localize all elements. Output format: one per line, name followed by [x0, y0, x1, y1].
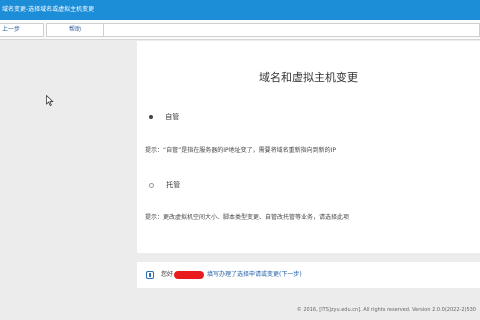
- next-step-link[interactable]: 填写办理了选择申请或变更(下一步): [207, 262, 302, 288]
- option-label: 托管: [166, 181, 181, 189]
- window-title-bar: 域名变更-选择域名或虚拟主机变更: [0, 0, 480, 20]
- redacted-username: [174, 271, 204, 279]
- option-hint: 提示：“自管”是指在服务器的IP地址变了，需要将域名重新指向到新的IP: [145, 147, 336, 154]
- radio-selected-icon[interactable]: [149, 115, 153, 119]
- mouse-cursor-icon: [46, 95, 54, 106]
- change-type-panel: 域名和虚拟主机变更 自管 提示：“自管”是指在服务器的IP地址变了，需要将域名重…: [137, 41, 480, 253]
- option-hint: 提示：更改虚拟机空间大小、脚本类型变更、自管改托管等业务，请选择此项: [145, 214, 350, 221]
- greeting-text: 您好: [161, 271, 174, 278]
- option-label: 自管: [165, 113, 180, 121]
- info-icon: [146, 271, 154, 279]
- prev-step-button[interactable]: 上一步: [0, 23, 44, 37]
- option-self-managed[interactable]: 自管: [149, 112, 179, 122]
- toolbar: 上一步 帮助: [0, 20, 480, 40]
- help-button[interactable]: 帮助: [46, 23, 104, 37]
- radio-unselected-icon[interactable]: [149, 182, 154, 188]
- copyright-footer: © 2016, [ITS]zyu.edu.cn]. All rights res…: [296, 307, 476, 313]
- window-title: 域名变更-选择域名或虚拟主机变更: [2, 6, 95, 13]
- status-bar: 您好 填写办理了选择申请或变更(下一步): [137, 262, 480, 288]
- option-hosted[interactable]: 托管: [149, 180, 180, 190]
- toolbar-empty-area: [104, 23, 480, 37]
- page-title: 域名和虚拟主机变更: [259, 71, 358, 84]
